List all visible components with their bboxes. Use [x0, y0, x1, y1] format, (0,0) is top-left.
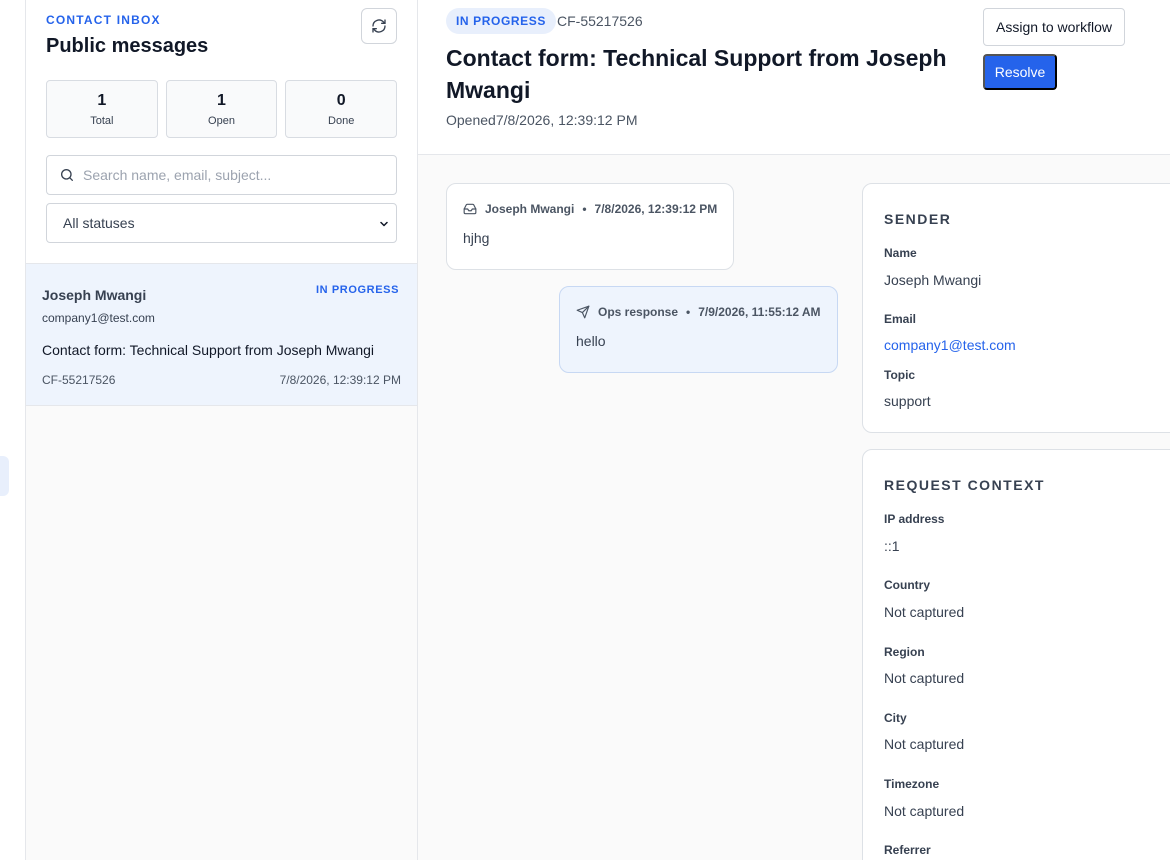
city-value: Not captured — [884, 736, 965, 752]
detail-header: IN PROGRESS CF-55217526 Contact form: Te… — [418, 0, 1170, 155]
search-icon — [59, 167, 75, 183]
rail-active-marker — [0, 456, 9, 496]
field-label: Referrer — [884, 843, 931, 857]
field-label: Topic — [884, 368, 916, 382]
message-status-badge: IN PROGRESS — [316, 284, 400, 296]
field-label: City — [884, 711, 907, 725]
sender-topic: support — [884, 393, 931, 409]
inbox-sidebar: CONTACT INBOX Public messages 1 Total 1 … — [26, 0, 418, 860]
stat-value: 1 — [97, 92, 107, 109]
message-subject: Contact form: Technical Support from Jos… — [42, 342, 375, 358]
stat-value: 0 — [336, 92, 346, 109]
message-body: hello — [576, 333, 606, 349]
status-filter-select[interactable]: All statuses — [46, 203, 397, 243]
field-label: Email — [884, 312, 917, 326]
refresh-icon — [371, 18, 387, 34]
message-ref: CF-55217526 — [42, 373, 116, 387]
assign-to-workflow-button[interactable]: Assign to workflow — [983, 8, 1125, 46]
sender-email-link[interactable]: company1@test.com — [884, 337, 1016, 353]
stat-total: 1 Total — [46, 80, 158, 138]
message-meta: Ops response • 7/9/2026, 11:55:12 AM — [576, 305, 821, 319]
send-icon — [576, 305, 590, 319]
search-input[interactable] — [83, 167, 373, 183]
request-context-card: REQUEST CONTEXT IP address ::1 Country N… — [862, 449, 1170, 860]
message-author: Ops response — [598, 305, 679, 319]
message-date: 7/8/2026, 12:39:12 PM — [594, 202, 718, 216]
region-value: Not captured — [884, 670, 965, 686]
stat-done: 0 Done — [285, 80, 398, 138]
inbox-title: Public messages — [46, 35, 209, 57]
status-badge: IN PROGRESS — [446, 8, 556, 34]
field-label: IP address — [884, 512, 945, 526]
opened-timestamp: Opened7/8/2026, 12:39:12 PM — [446, 112, 638, 128]
field-label: Timezone — [884, 777, 940, 791]
message-meta: Joseph Mwangi • 7/8/2026, 12:39:12 PM — [463, 202, 717, 216]
message-sender-email: company1@test.com — [42, 311, 155, 325]
stat-label: Open — [208, 115, 235, 127]
sender-name: Joseph Mwangi — [884, 272, 982, 288]
meta-separator: • — [582, 202, 587, 216]
outbound-message: Ops response • 7/9/2026, 11:55:12 AM hel… — [559, 286, 838, 373]
message-date: 7/9/2026, 11:55:12 AM — [698, 305, 821, 319]
message-detail: IN PROGRESS CF-55217526 Contact form: Te… — [418, 0, 1170, 860]
field-label: Region — [884, 645, 925, 659]
inbound-message: Joseph Mwangi • 7/8/2026, 12:39:12 PM hj… — [446, 183, 734, 270]
left-rail — [0, 0, 26, 860]
refresh-button[interactable] — [361, 8, 397, 44]
case-ref: CF-55217526 — [557, 13, 643, 29]
country-value: Not captured — [884, 604, 965, 620]
inbox-eyebrow: CONTACT INBOX — [46, 13, 161, 27]
resolve-button[interactable]: Resolve — [983, 54, 1057, 90]
inbox-icon — [463, 202, 477, 216]
stats-row: 1 Total 1 Open 0 Done — [46, 80, 398, 138]
message-list-item[interactable]: Joseph Mwangi IN PROGRESS company1@test.… — [26, 264, 417, 406]
message-body: hjhg — [463, 230, 490, 246]
chevron-down-icon — [378, 218, 390, 230]
ip-address-value: ::1 — [884, 538, 900, 554]
sender-card: SENDER Name Joseph Mwangi Email company1… — [862, 183, 1170, 433]
page-title: Contact form: Technical Support from Jos… — [446, 45, 947, 103]
field-label: Country — [884, 578, 930, 592]
message-date: 7/8/2026, 12:39:12 PM — [279, 373, 401, 387]
stat-value: 1 — [217, 92, 226, 109]
field-label: Name — [884, 246, 917, 260]
stat-label: Done — [328, 115, 355, 127]
message-sender-name: Joseph Mwangi — [42, 287, 147, 303]
message-author: Joseph Mwangi — [485, 202, 575, 216]
stat-open: 1 Open — [165, 80, 278, 138]
search-box — [46, 155, 397, 195]
sidebar-header: CONTACT INBOX Public messages 1 Total 1 … — [26, 0, 417, 264]
timezone-value: Not captured — [884, 803, 965, 819]
meta-separator: • — [686, 305, 691, 319]
sender-heading: SENDER — [884, 211, 952, 227]
context-heading: REQUEST CONTEXT — [884, 477, 1045, 493]
stat-label: Total — [90, 115, 114, 127]
status-filter-value: All statuses — [63, 215, 135, 231]
